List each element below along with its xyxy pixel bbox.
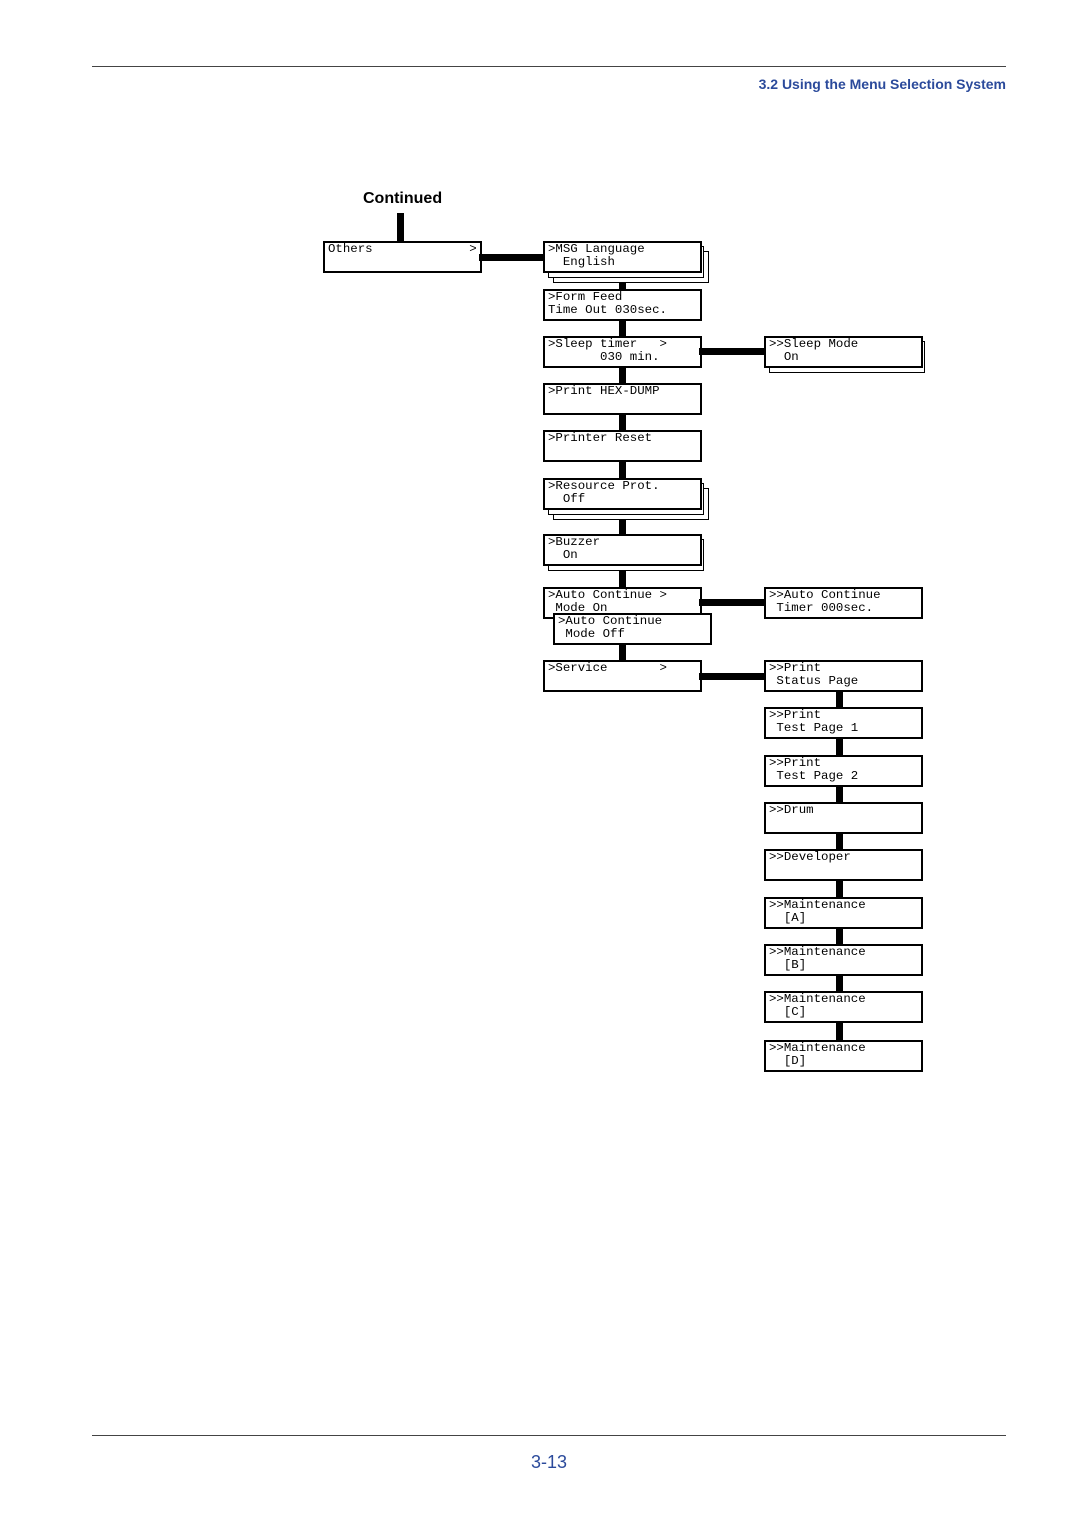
menu-box-main[interactable]: >Print HEX-DUMP [543,383,702,415]
menu-line1: >Auto Continue > [548,588,667,602]
menu-line2: Test Page 1 [769,720,859,735]
menu-line1: >>Maintenance [769,945,866,959]
menu-line1: >>Print [769,708,822,722]
menu-line1: Others > [328,242,477,256]
menu-box-sub[interactable]: >>Print Status Page [764,660,923,692]
menu-line1: >>Print [769,661,822,675]
menu-line1: >>Print [769,756,822,770]
menu-line1: >Buzzer [548,535,601,549]
menu-line2: English [548,254,615,269]
menu-line1: >Resource Prot. [548,479,660,493]
menu-line1: >>Maintenance [769,898,866,912]
connector-line [699,348,764,355]
menu-box-main[interactable]: >MSG Language English [543,241,702,273]
header-rule [92,66,1006,67]
menu-line1: >Print HEX-DUMP [548,384,660,398]
menu-box-sub[interactable]: >>Print Test Page 1 [764,707,923,739]
connector-line [699,599,764,606]
menu-line2: On [548,547,578,562]
section-title: 3.2 Using the Menu Selection System [758,76,1006,92]
menu-line1: >>Auto Continue [769,588,881,602]
menu-line1: >Form Feed [548,290,623,304]
menu-line1: >Auto Continue [558,614,663,628]
menu-line2: Mode Off [558,626,625,641]
menu-line1: >>Drum [769,803,814,817]
menu-box-main[interactable]: >Resource Prot. Off [543,478,702,510]
menu-box-sub[interactable]: >>Maintenance [A] [764,897,923,929]
menu-line2: Timer 000sec. [769,600,874,615]
menu-line2: [C] [769,1004,807,1019]
menu-box-sub[interactable]: >>Drum [764,802,923,834]
connector-line [699,673,764,680]
menu-box-sub[interactable]: >>Developer [764,849,923,881]
menu-box-main[interactable]: >Buzzer On [543,534,702,566]
menu-box-main[interactable]: >Form Feed Time Out 030sec. [543,289,702,321]
menu-line1: >>Maintenance [769,992,866,1006]
menu-line2: Time Out 030sec. [548,302,667,317]
page-number: 3-13 [530,1452,568,1472]
menu-box-sub[interactable]: >>Auto Continue Timer 000sec. [764,587,923,619]
menu-line2: Off [548,491,586,506]
connector-line [397,213,404,241]
menu-line2: 030 min. [548,349,660,364]
menu-box-main[interactable]: >Printer Reset [543,430,702,462]
menu-line1: >>Developer [769,850,851,864]
continued-heading: Continued [363,190,443,207]
menu-line1: >Sleep timer > [548,337,667,351]
menu-line2: Test Page 2 [769,768,859,783]
menu-box-main[interactable]: >Auto Continue Mode Off [553,613,712,645]
menu-line2: [B] [769,957,807,972]
menu-line1: >Printer Reset [548,431,653,445]
menu-line2: [D] [769,1053,807,1068]
menu-line1: >MSG Language [548,242,645,256]
menu-box-sub[interactable]: >>Sleep Mode On [764,336,923,368]
menu-line2: Status Page [769,673,859,688]
menu-box-main[interactable]: >Service > [543,660,702,692]
menu-box-sub[interactable]: >>Maintenance [B] [764,944,923,976]
menu-line1: >>Maintenance [769,1041,866,1055]
menu-line2: [A] [769,910,807,925]
menu-box-main[interactable]: >Sleep timer > 030 min. [543,336,702,368]
menu-box-sub[interactable]: >>Maintenance [C] [764,991,923,1023]
menu-box-sub[interactable]: >>Print Test Page 2 [764,755,923,787]
menu-line2: On [769,349,799,364]
menu-line1: >Service > [548,661,667,675]
footer-rule [92,1435,1006,1436]
connector-line [479,254,543,261]
menu-box-sub[interactable]: >>Maintenance [D] [764,1040,923,1072]
menu-line1: >>Sleep Mode [769,337,859,351]
menu-box-others[interactable]: Others > [323,241,482,273]
